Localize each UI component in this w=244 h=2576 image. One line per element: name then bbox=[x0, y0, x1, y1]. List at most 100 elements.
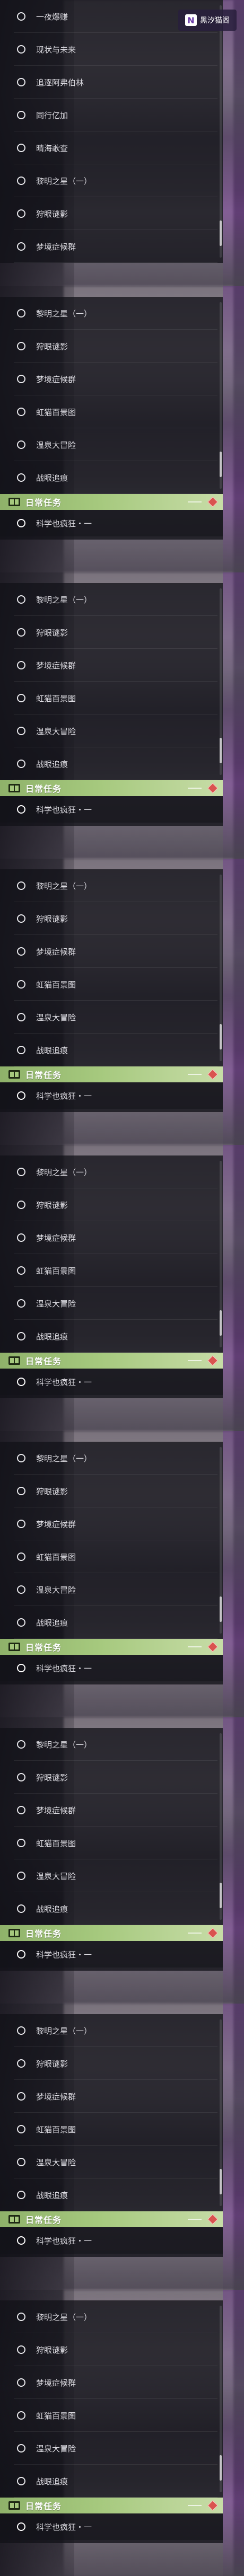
quest-item[interactable]: 狩眼谜影 bbox=[0, 2333, 223, 2366]
quest-item[interactable]: 梦境症候群 bbox=[0, 649, 223, 682]
scrollbar-thumb[interactable] bbox=[220, 2455, 222, 2481]
quest-item[interactable]: 狩眼谜影 bbox=[0, 616, 223, 649]
daily-task-header[interactable]: 日常任务 bbox=[0, 2498, 223, 2513]
quest-item[interactable]: 黎明之星（一） bbox=[0, 2300, 223, 2333]
quest-item[interactable]: 黎明之星（一） bbox=[0, 1155, 223, 1188]
quest-item[interactable]: 梦境症候群 bbox=[0, 1794, 223, 1827]
scrollbar[interactable] bbox=[220, 1447, 222, 1634]
quest-item[interactable]: 温泉大冒险 bbox=[0, 1287, 223, 1320]
quest-item[interactable]: 虹猫百景图 bbox=[0, 2399, 223, 2432]
quest-item[interactable]: 战眼追痕 bbox=[0, 1320, 223, 1353]
quest-item[interactable]: 狩眼谜影 bbox=[0, 330, 223, 363]
collapse-dash-icon[interactable] bbox=[188, 2219, 202, 2220]
scrollbar[interactable] bbox=[220, 302, 222, 489]
daily-task-title: 日常任务 bbox=[25, 784, 62, 794]
quest-item[interactable]: 虹猫百景图 bbox=[0, 1254, 223, 1287]
scrollbar-thumb[interactable] bbox=[220, 738, 222, 763]
daily-task-item[interactable]: 科学也疯狂・一 bbox=[0, 1369, 223, 1395]
daily-task-header[interactable]: 日常任务 bbox=[0, 1925, 223, 1941]
quest-item[interactable]: 黎明之星（一） bbox=[0, 583, 223, 616]
quest-item[interactable]: 虹猫百景图 bbox=[0, 2113, 223, 2146]
quest-item[interactable]: 战眼追痕 bbox=[0, 2178, 223, 2211]
quest-item[interactable]: 温泉大冒险 bbox=[0, 1859, 223, 1892]
quest-item[interactable]: 梦境症候群 bbox=[0, 935, 223, 968]
collapse-dash-icon[interactable] bbox=[188, 1933, 202, 1934]
scrollbar-thumb[interactable] bbox=[220, 1310, 222, 1336]
quest-item[interactable]: 黎明之星（一） bbox=[0, 1728, 223, 1761]
daily-task-header[interactable]: 日常任务 bbox=[0, 2211, 223, 2227]
quest-item[interactable]: 追逐阿弗伯林 bbox=[0, 66, 223, 99]
scrollbar[interactable] bbox=[220, 2019, 222, 2206]
scrollbar-thumb[interactable] bbox=[220, 1883, 222, 1908]
quest-item[interactable]: 狩眼谜影 bbox=[0, 1188, 223, 1221]
quest-item[interactable]: 战眼追痕 bbox=[0, 1606, 223, 1639]
quest-item[interactable]: 虹猫百景图 bbox=[0, 395, 223, 428]
scrollbar-thumb[interactable] bbox=[220, 452, 222, 477]
quest-item[interactable]: 梦境症候群 bbox=[0, 363, 223, 395]
quest-item-label: 虹猫百景图 bbox=[36, 407, 76, 417]
quest-item[interactable]: 狩眼谜影 bbox=[0, 902, 223, 935]
quest-item[interactable]: 虹猫百景图 bbox=[0, 968, 223, 1001]
daily-task-item[interactable]: 科学也疯狂・一 bbox=[0, 1941, 223, 1968]
daily-task-item[interactable]: 科学也疯狂・一 bbox=[0, 1082, 223, 1109]
quest-item[interactable]: 战眼追痕 bbox=[0, 747, 223, 780]
quest-item[interactable]: 梦境症候群 bbox=[0, 1507, 223, 1540]
quest-item[interactable]: 温泉大冒险 bbox=[0, 2146, 223, 2178]
scrollbar[interactable] bbox=[220, 2306, 222, 2492]
quest-item[interactable]: 同行亿加 bbox=[0, 99, 223, 131]
daily-task-item[interactable]: 科学也疯狂・一 bbox=[0, 2513, 223, 2540]
quest-item[interactable]: 黎明之星（一） bbox=[0, 1442, 223, 1475]
quest-item-label: 黎明之星（一） bbox=[36, 2312, 92, 2322]
quest-item[interactable]: 黎明之星（一） bbox=[0, 297, 223, 330]
scrollbar[interactable] bbox=[220, 588, 222, 775]
collapse-dash-icon[interactable] bbox=[188, 1360, 202, 1361]
quest-item[interactable]: 虹猫百景图 bbox=[0, 1540, 223, 1573]
quest-item[interactable]: 战眼追痕 bbox=[0, 1892, 223, 1925]
quest-item[interactable]: 梦境症候群 bbox=[0, 1221, 223, 1254]
quest-item[interactable]: 温泉大冒险 bbox=[0, 2432, 223, 2465]
quest-item[interactable]: 温泉大冒险 bbox=[0, 1001, 223, 1034]
quest-item[interactable]: 温泉大冒险 bbox=[0, 428, 223, 461]
quest-item[interactable]: 梦境症候群 bbox=[0, 2080, 223, 2113]
quest-item[interactable]: 黎明之星（一） bbox=[0, 869, 223, 902]
scrollbar-thumb[interactable] bbox=[220, 2169, 222, 2194]
scrollbar-thumb[interactable] bbox=[220, 1596, 222, 1622]
scrollbar-thumb[interactable] bbox=[220, 1024, 222, 1049]
scrollbar[interactable] bbox=[220, 5, 222, 258]
quest-item[interactable]: 温泉大冒险 bbox=[0, 1573, 223, 1606]
collapse-dash-icon[interactable] bbox=[188, 1074, 202, 1075]
quest-item[interactable]: 战眼追痕 bbox=[0, 1034, 223, 1066]
daily-task-header[interactable]: 日常任务 bbox=[0, 780, 223, 796]
quest-item[interactable]: 现状与未来 bbox=[0, 33, 223, 66]
daily-task-item[interactable]: 科学也疯狂・一 bbox=[0, 2227, 223, 2254]
quest-item[interactable]: 梦境症候群 bbox=[0, 2366, 223, 2399]
quest-item[interactable]: 狩眼谜影 bbox=[0, 197, 223, 230]
scrollbar[interactable] bbox=[220, 875, 222, 1061]
quest-item[interactable]: 狩眼谜影 bbox=[0, 1761, 223, 1794]
quest-item[interactable]: 黎明之星（一） bbox=[0, 2014, 223, 2047]
quest-item[interactable]: 晴海歌查 bbox=[0, 131, 223, 164]
collapse-dash-icon[interactable] bbox=[188, 1646, 202, 1647]
daily-task-item[interactable]: 科学也疯狂・一 bbox=[0, 1655, 223, 1681]
quest-item[interactable]: 梦境症候群 bbox=[0, 230, 223, 263]
daily-task-header[interactable]: 日常任务 bbox=[0, 494, 223, 510]
quest-item[interactable]: 战眼追痕 bbox=[0, 461, 223, 494]
collapse-dash-icon[interactable] bbox=[188, 501, 202, 502]
daily-task-header[interactable]: 日常任务 bbox=[0, 1066, 223, 1082]
quest-item[interactable]: 虹猫百景图 bbox=[0, 1827, 223, 1859]
scrollbar-thumb[interactable] bbox=[220, 220, 222, 246]
quest-item[interactable]: 黎明之星（一） bbox=[0, 164, 223, 197]
quest-item[interactable]: 温泉大冒险 bbox=[0, 714, 223, 747]
quest-item[interactable]: 战眼追痕 bbox=[0, 2465, 223, 2498]
quest-item[interactable]: 虹猫百景图 bbox=[0, 682, 223, 714]
quest-item[interactable]: 狩眼谜影 bbox=[0, 1475, 223, 1507]
daily-task-item[interactable]: 科学也疯狂・一 bbox=[0, 796, 223, 823]
daily-task-item[interactable]: 科学也疯狂・一 bbox=[0, 510, 223, 536]
scrollbar[interactable] bbox=[220, 1733, 222, 1920]
scrollbar[interactable] bbox=[220, 1161, 222, 1347]
collapse-dash-icon[interactable] bbox=[188, 2505, 202, 2506]
quest-item[interactable]: 狩眼谜影 bbox=[0, 2047, 223, 2080]
collapse-dash-icon[interactable] bbox=[188, 788, 202, 789]
daily-task-header[interactable]: 日常任务 bbox=[0, 1639, 223, 1655]
daily-task-header[interactable]: 日常任务 bbox=[0, 1353, 223, 1369]
